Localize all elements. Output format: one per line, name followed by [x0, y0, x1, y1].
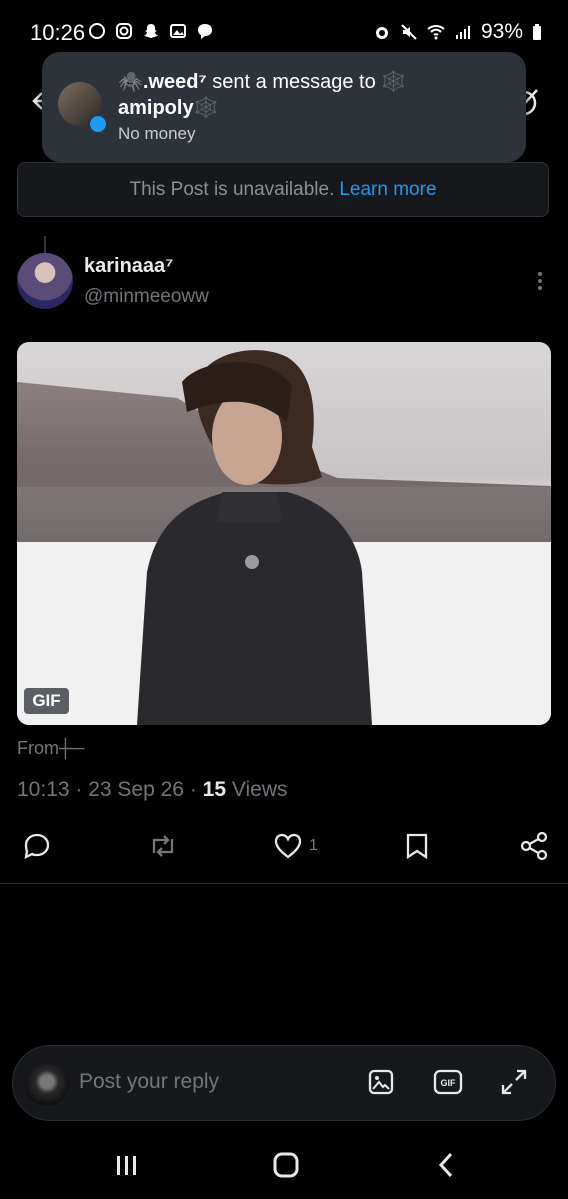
- wifi-icon: [427, 25, 445, 40]
- post-gif-media[interactable]: [17, 342, 551, 725]
- message-icon: [198, 24, 212, 39]
- post-metadata: 10:13 · 23 Sep 26 · 15 Views: [17, 778, 288, 801]
- notification-action: sent a message to: [212, 71, 376, 93]
- status-time: 10:26: [30, 20, 86, 45]
- more-options-icon[interactable]: [533, 270, 547, 292]
- back-icon[interactable]: [433, 1148, 459, 1182]
- like-count: 1: [309, 837, 318, 854]
- reply-button[interactable]: [22, 830, 52, 862]
- share-icon: [520, 831, 548, 861]
- post-date: 23 Sep 26: [88, 778, 184, 801]
- svg-text:GIF: GIF: [441, 1078, 457, 1088]
- message-notification[interactable]: 🕷️.weed⁷ sent a message to 🕸️ amipoly🕸️ …: [42, 52, 526, 162]
- sender-emoji: 🕷️: [118, 71, 143, 93]
- user-avatar: [25, 1062, 69, 1106]
- reply-input[interactable]: Post your reply: [79, 1070, 219, 1094]
- home-icon[interactable]: [270, 1148, 302, 1182]
- gallery-icon: [170, 24, 186, 38]
- recent-apps-icon[interactable]: [114, 1148, 140, 1182]
- notification-app-dot: [88, 114, 108, 134]
- bookmark-icon: [406, 833, 428, 860]
- views-count: 15: [202, 778, 227, 801]
- learn-more-link[interactable]: Learn more: [339, 179, 436, 201]
- battery-percent: 93%: [480, 20, 523, 43]
- bookmark-button[interactable]: [403, 830, 431, 862]
- unavailable-text: This Post is unavailable.: [129, 178, 335, 200]
- gif-badge: GIF: [24, 688, 69, 714]
- gif-icon[interactable]: GIF: [433, 1068, 463, 1096]
- repost-button[interactable]: [147, 830, 179, 862]
- notification-recipient: amipoly: [118, 97, 194, 119]
- from-attribution[interactable]: From┼─: [17, 738, 85, 759]
- reply-composer[interactable]: Post your reply GIF: [12, 1045, 556, 1121]
- repost-icon: [152, 835, 174, 857]
- from-glyph: ┼─: [59, 738, 85, 758]
- from-label: From: [17, 738, 59, 758]
- share-button[interactable]: [519, 830, 549, 862]
- author-display-name[interactable]: karinaaa⁷: [84, 255, 173, 278]
- instagram-icon: [116, 23, 132, 39]
- signal-icon: [455, 26, 470, 39]
- chat-bubble-icon: [89, 23, 105, 39]
- target-emoji-2: 🕸️: [193, 97, 219, 119]
- battery-icon: [533, 24, 541, 40]
- notification-sender: .weed⁷: [142, 71, 207, 93]
- mute-icon: [401, 24, 417, 40]
- like-button[interactable]: 1: [273, 830, 318, 862]
- media-person: [137, 350, 372, 725]
- author-avatar[interactable]: [17, 253, 73, 309]
- status-right-icons: 93%: [373, 20, 542, 44]
- status-left-icons: [88, 22, 214, 40]
- post-time: 10:13: [17, 778, 70, 801]
- notification-message: No money: [118, 124, 196, 143]
- reply-icon: [24, 833, 50, 860]
- actions-divider: [0, 883, 568, 884]
- expand-icon[interactable]: [500, 1068, 528, 1096]
- image-icon[interactable]: [367, 1068, 395, 1096]
- alarm-icon: [375, 27, 388, 39]
- notification-title: 🕷️.weed⁷ sent a message to 🕸️ amipoly🕸️: [118, 69, 518, 121]
- target-emoji: 🕸️: [381, 71, 407, 93]
- views-label: Views: [231, 778, 288, 801]
- unavailable-post-notice: This Post is unavailable. Learn more: [17, 162, 549, 217]
- heart-icon: [274, 833, 302, 859]
- thread-connector: [44, 236, 46, 254]
- snapchat-icon: [144, 24, 158, 38]
- status-bar: 10:26 93%: [0, 0, 568, 60]
- author-handle[interactable]: @minmeeoww: [84, 286, 209, 308]
